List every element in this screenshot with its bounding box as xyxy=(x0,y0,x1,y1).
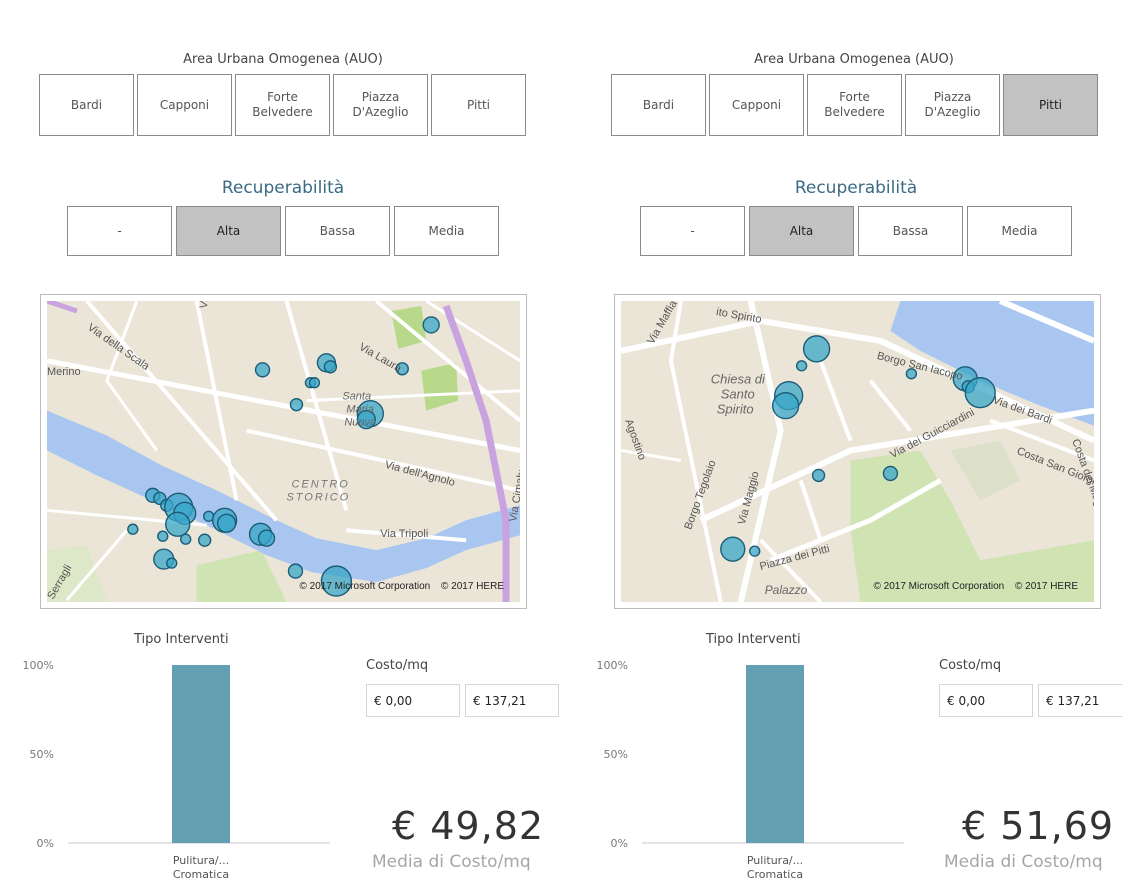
recuperabilita-button-bassa[interactable]: Bassa xyxy=(858,206,963,256)
recuperabilita-button-media[interactable]: Media xyxy=(967,206,1072,256)
bar-pulitura-cromatica[interactable] xyxy=(172,665,230,843)
auo-button-piazza-dazeglio[interactable]: Piazza D'Azeglio xyxy=(905,74,1000,136)
chart-title: Tipo Interventi xyxy=(134,632,229,647)
costo-max-input[interactable]: € 137,21 xyxy=(465,684,559,717)
x-tick-label: Cromatica xyxy=(173,868,229,881)
auo-slicer-title: Area Urbana Omogenea (AUO) xyxy=(754,52,954,67)
map-label: STORICO xyxy=(286,491,350,503)
x-tick-label: Pulitura/... xyxy=(747,854,803,867)
costo-slicer-label: Costo/mq xyxy=(939,658,1002,673)
recuperabilita-button-none[interactable]: - xyxy=(67,206,172,256)
map-copyright: © 2017 Microsoft Corporation © 2017 HERE xyxy=(291,581,504,592)
y-tick-label: 50% xyxy=(604,748,628,761)
map-visual[interactable]: Via della Scala Via Faenza Via Laura San… xyxy=(40,294,527,609)
recuperabilita-button-bassa[interactable]: Bassa xyxy=(285,206,390,256)
recuperabilita-button-none[interactable]: - xyxy=(640,206,745,256)
y-tick-label: 0% xyxy=(611,837,628,850)
auo-button-bardi[interactable]: Bardi xyxy=(39,74,134,136)
x-tick-label: Pulitura/... xyxy=(173,854,229,867)
auo-slicer: Bardi Capponi Forte Belvedere Piazza D'A… xyxy=(611,74,1098,136)
x-tick-label: Cromatica xyxy=(747,868,803,881)
kpi-label: Media di Costo/mq xyxy=(944,852,1103,872)
map-svg: Via della Scala Via Faenza Via Laura San… xyxy=(47,301,520,602)
map-label: Chiesa di xyxy=(711,372,766,387)
y-tick-label: 50% xyxy=(30,748,54,761)
recuperabilita-button-alta[interactable]: Alta xyxy=(749,206,854,256)
map-label: Santa xyxy=(342,391,371,403)
bar-chart: 100% 50% 0% Pulitura/...Cromatica xyxy=(23,659,330,881)
costo-slicer-label: Costo/mq xyxy=(366,658,429,673)
map-copyright-microsoft: © 2017 Microsoft Corporation xyxy=(299,581,431,592)
map-copyright-microsoft: © 2017 Microsoft Corporation xyxy=(873,581,1005,592)
auo-button-piazza-dazeglio[interactable]: Piazza D'Azeglio xyxy=(333,74,428,136)
map-copyright-here: © 2017 HERE xyxy=(441,581,504,592)
kpi-value: € 49,82 xyxy=(392,804,545,848)
auo-button-capponi[interactable]: Capponi xyxy=(709,74,804,136)
y-tick-label: 100% xyxy=(23,659,54,672)
recuperabilita-slicer: - Alta Bassa Media xyxy=(640,206,1072,256)
bar-pulitura-cromatica[interactable] xyxy=(746,665,804,843)
recuperabilita-slicer-title: Recuperabilità xyxy=(221,178,345,198)
map-label: Nuova xyxy=(344,417,376,429)
map-copyright: © 2017 Microsoft Corporation © 2017 HERE xyxy=(865,581,1078,592)
auo-button-forte-belvedere[interactable]: Forte Belvedere xyxy=(807,74,902,136)
map-canvas[interactable]: ito Spirito Via Maffia Borgo San Iacopo … xyxy=(621,301,1094,602)
map-svg: ito Spirito Via Maffia Borgo San Iacopo … xyxy=(621,301,1094,602)
costo-min-input[interactable]: € 0,00 xyxy=(939,684,1033,717)
map-label: Palazzo xyxy=(765,583,808,597)
map-canvas[interactable]: Via della Scala Via Faenza Via Laura San… xyxy=(47,301,520,602)
recuperabilita-button-media[interactable]: Media xyxy=(394,206,499,256)
map-label: Spirito xyxy=(717,402,754,417)
auo-button-bardi[interactable]: Bardi xyxy=(611,74,706,136)
costo-min-input[interactable]: € 0,00 xyxy=(366,684,460,717)
chart-title: Tipo Interventi xyxy=(706,632,801,647)
dashboard-panel-left: Area Urbana Omogenea (AUO) Bardi Capponi… xyxy=(0,0,561,889)
kpi-label: Media di Costo/mq xyxy=(372,852,531,872)
map-label: Merino xyxy=(47,366,81,378)
y-tick-label: 0% xyxy=(37,837,54,850)
recuperabilita-slicer: - Alta Bassa Media xyxy=(67,206,499,256)
auo-slicer-title: Area Urbana Omogenea (AUO) xyxy=(183,52,383,67)
costo-max-input[interactable]: € 137,21 xyxy=(1038,684,1122,717)
dashboard-panel-right: Area Urbana Omogenea (AUO) Bardi Capponi… xyxy=(574,0,1122,889)
auo-button-forte-belvedere[interactable]: Forte Belvedere xyxy=(235,74,330,136)
map-label: Maria xyxy=(346,404,373,416)
map-label: Via Tripoli xyxy=(380,528,428,540)
recuperabilita-button-alta[interactable]: Alta xyxy=(176,206,281,256)
auo-slicer: Bardi Capponi Forte Belvedere Piazza D'A… xyxy=(39,74,526,136)
y-tick-label: 100% xyxy=(597,659,628,672)
auo-button-pitti[interactable]: Pitti xyxy=(1003,74,1098,136)
auo-button-capponi[interactable]: Capponi xyxy=(137,74,232,136)
bar-chart: 100% 50% 0% Pulitura/...Cromatica xyxy=(597,659,904,881)
auo-button-pitti[interactable]: Pitti xyxy=(431,74,526,136)
map-visual[interactable]: ito Spirito Via Maffia Borgo San Iacopo … xyxy=(614,294,1101,609)
map-label: Santo xyxy=(721,387,755,402)
kpi-value: € 51,69 xyxy=(962,804,1115,848)
map-label: CENTRO xyxy=(291,478,349,490)
map-copyright-here: © 2017 HERE xyxy=(1015,581,1078,592)
recuperabilita-slicer-title: Recuperabilità xyxy=(794,178,918,198)
